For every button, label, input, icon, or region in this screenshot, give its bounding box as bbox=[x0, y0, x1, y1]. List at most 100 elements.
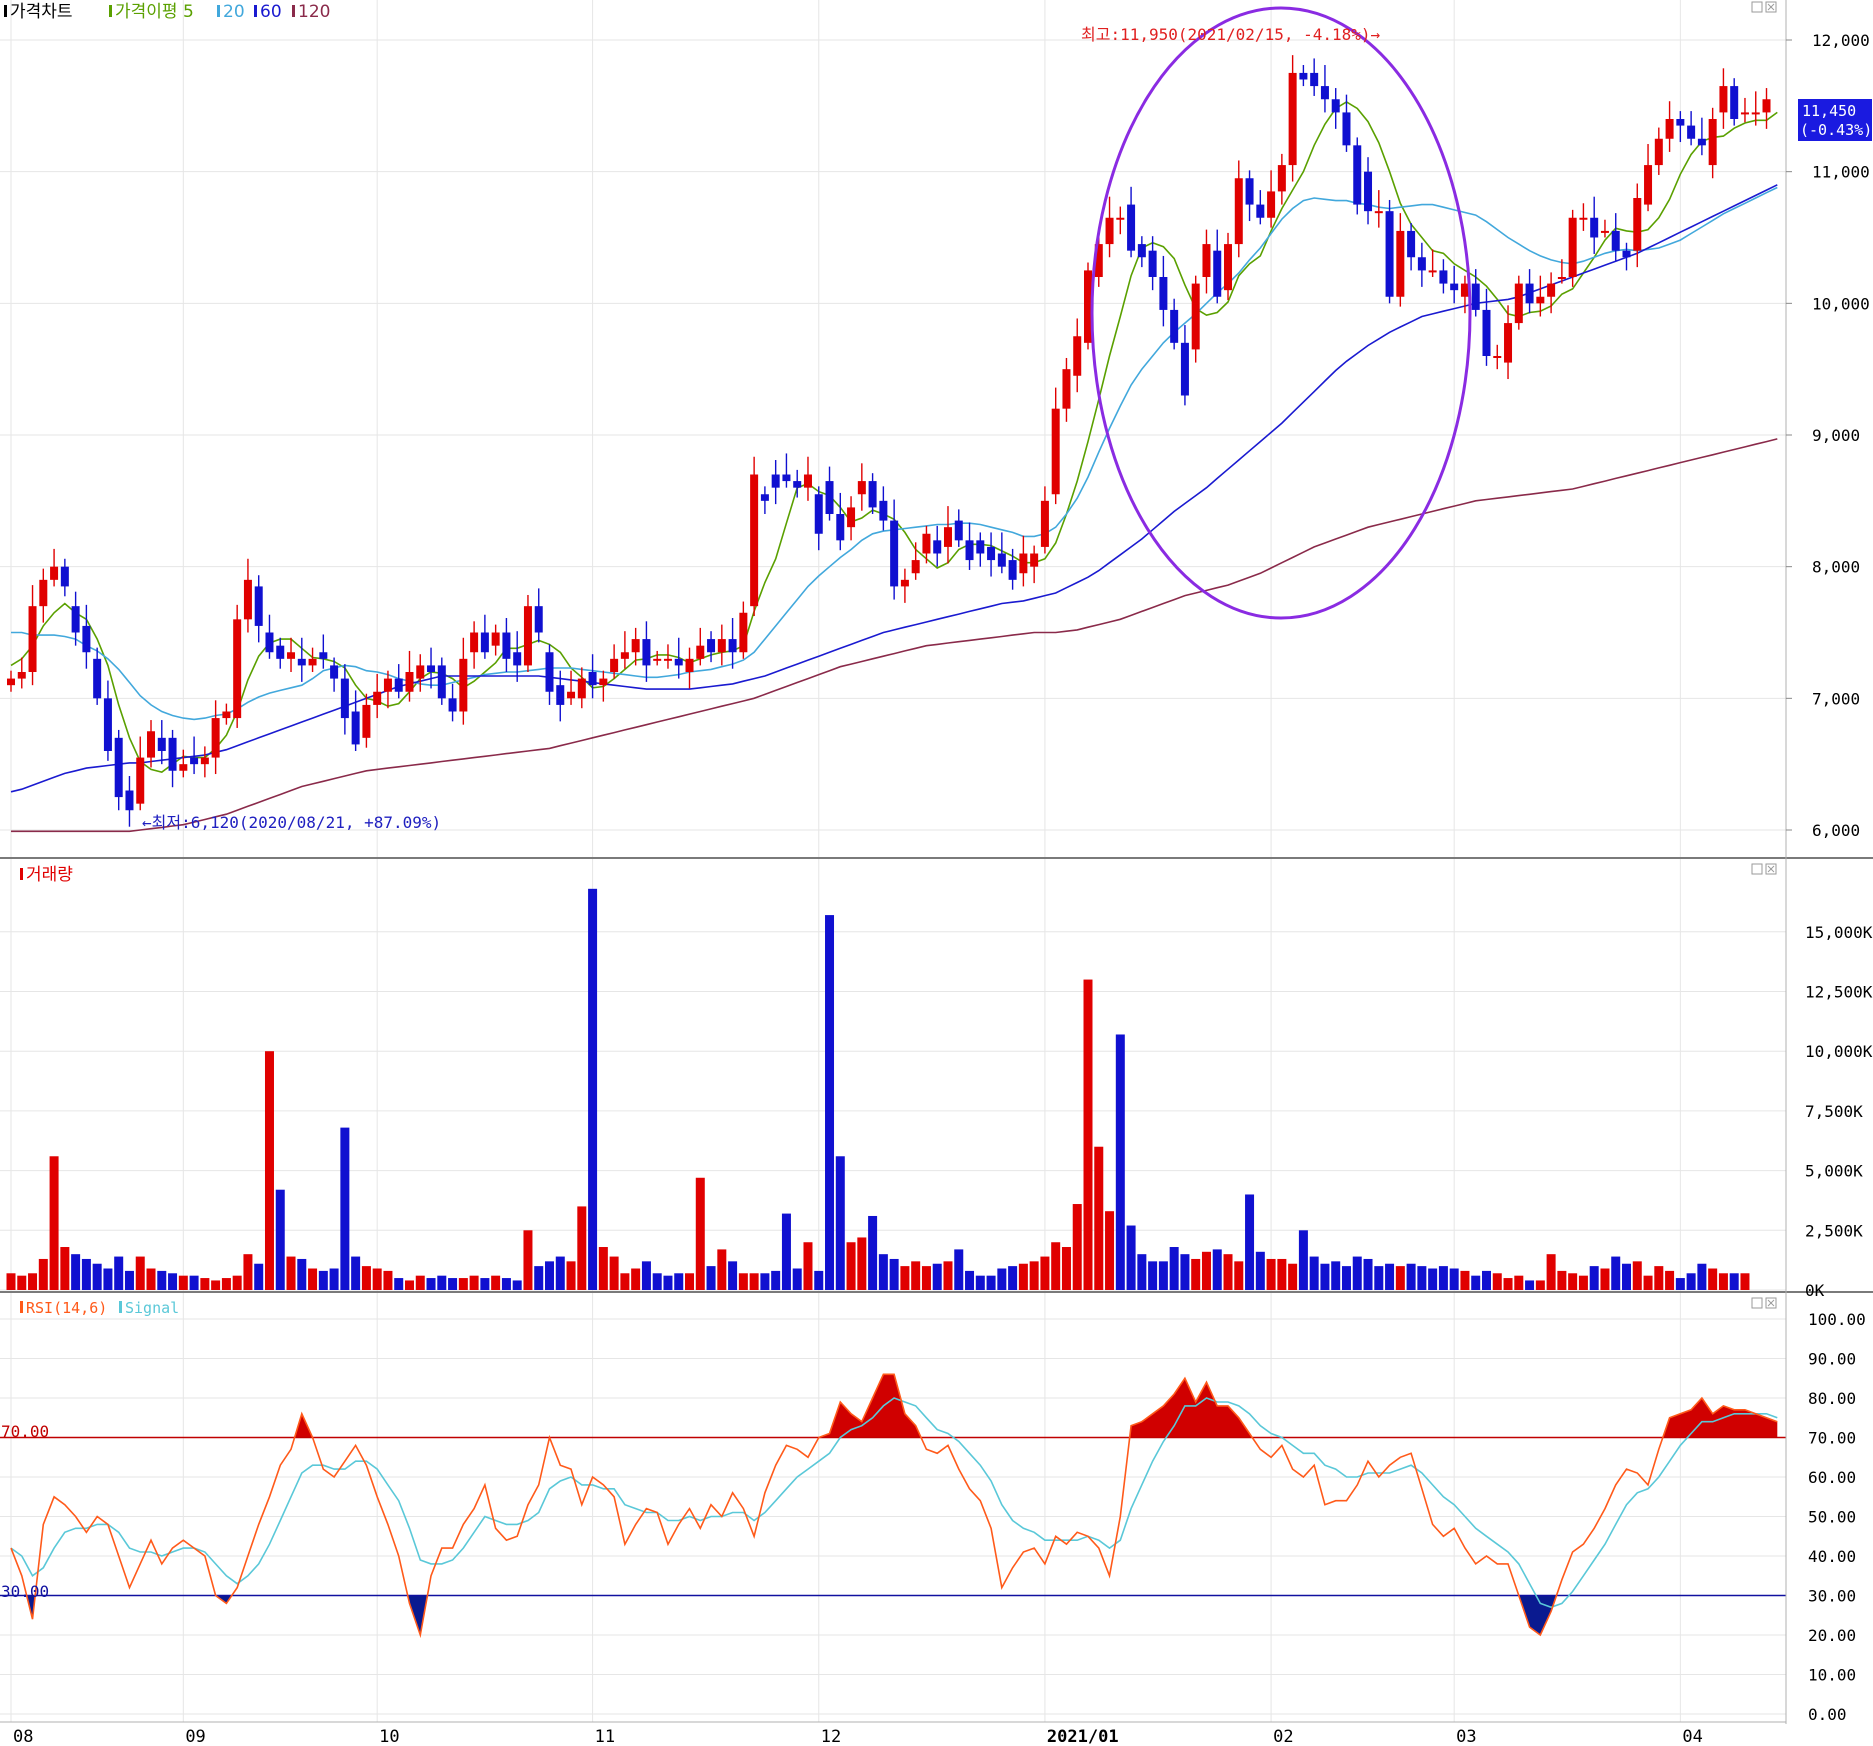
volume-bar bbox=[501, 1278, 511, 1290]
volume-bar bbox=[534, 1266, 544, 1290]
candle-body bbox=[1127, 204, 1136, 251]
volume-bar bbox=[168, 1273, 178, 1290]
candle-body bbox=[663, 658, 672, 661]
candle-body bbox=[383, 678, 392, 692]
candle-body bbox=[653, 658, 662, 661]
volume-tick-label: 10,000K bbox=[1805, 1042, 1873, 1061]
candle-body bbox=[1137, 244, 1146, 258]
volume-bar bbox=[383, 1270, 393, 1290]
volume-bar bbox=[1622, 1263, 1631, 1290]
volume-bar bbox=[1245, 1194, 1255, 1290]
candle-body bbox=[803, 474, 812, 488]
volume-bar bbox=[1341, 1266, 1351, 1290]
volume-bar bbox=[1535, 1280, 1545, 1290]
legend-ma120: 120 bbox=[298, 2, 330, 22]
volume-bar bbox=[308, 1268, 318, 1290]
candle-body bbox=[696, 645, 705, 659]
candle-body bbox=[1342, 112, 1351, 146]
candle-body bbox=[987, 546, 996, 561]
volume-bar bbox=[157, 1270, 167, 1290]
volume-bar bbox=[1309, 1256, 1319, 1290]
legend-ma20: 20 bbox=[223, 2, 245, 22]
candle-body bbox=[168, 737, 177, 771]
candle-body bbox=[954, 520, 963, 541]
volume-bar bbox=[1072, 1204, 1082, 1290]
price-tick-label: 10,000 bbox=[1812, 294, 1870, 313]
candle-body bbox=[890, 520, 899, 587]
minimize-icon[interactable] bbox=[1751, 1, 1763, 13]
volume-bar bbox=[1665, 1270, 1675, 1290]
candle-body bbox=[1191, 283, 1200, 350]
volume-bar bbox=[49, 1156, 59, 1290]
price-tick-label: 9,000 bbox=[1812, 426, 1860, 445]
volume-bar bbox=[1428, 1268, 1438, 1290]
x-tick-label: 2021/01 bbox=[1047, 1727, 1119, 1746]
candle-body bbox=[642, 639, 651, 666]
volume-bar bbox=[1557, 1270, 1567, 1290]
volume-bar bbox=[114, 1256, 124, 1290]
candle-body bbox=[1374, 211, 1383, 214]
candle-body bbox=[1633, 198, 1642, 251]
volume-bar bbox=[1514, 1275, 1524, 1290]
volume-bar bbox=[1708, 1268, 1718, 1290]
candle-body bbox=[1073, 336, 1082, 376]
volume-bar bbox=[1234, 1261, 1244, 1290]
volume-bar bbox=[857, 1237, 867, 1290]
volume-tick-label: 12,500K bbox=[1805, 983, 1873, 1002]
minimize-icon[interactable] bbox=[1751, 863, 1763, 875]
candle-body bbox=[1396, 230, 1405, 297]
volume-bar bbox=[997, 1268, 1007, 1290]
current-price-value: 11,450 bbox=[1802, 102, 1856, 120]
candle-body bbox=[685, 658, 694, 672]
candle-body bbox=[200, 757, 209, 765]
x-tick-label: 04 bbox=[1682, 1727, 1702, 1746]
rsi-tick-label: 50.00 bbox=[1808, 1508, 1856, 1527]
candle-body bbox=[60, 566, 69, 587]
candle-body bbox=[373, 691, 382, 705]
volume-bar bbox=[771, 1270, 781, 1290]
volume-bar bbox=[954, 1249, 964, 1290]
volume-bar bbox=[1481, 1270, 1491, 1290]
volume-bar bbox=[1589, 1266, 1599, 1290]
candle-body bbox=[297, 658, 306, 666]
candle-body bbox=[1719, 86, 1728, 113]
candle-body bbox=[480, 632, 489, 653]
volume-bar bbox=[1158, 1261, 1168, 1290]
minimize-icon[interactable] bbox=[1751, 1297, 1763, 1309]
volume-bar bbox=[254, 1263, 264, 1290]
candle-body bbox=[1224, 244, 1233, 291]
legend-signal: Signal bbox=[125, 1299, 179, 1317]
candle-body bbox=[1654, 138, 1663, 166]
volume-tick-label: 5,000K bbox=[1805, 1162, 1863, 1181]
x-tick-label: 10 bbox=[379, 1727, 399, 1746]
volume-bar bbox=[1061, 1247, 1071, 1290]
volume-bar bbox=[1105, 1211, 1115, 1290]
volume-bar bbox=[803, 1242, 813, 1290]
volume-bar bbox=[211, 1280, 221, 1290]
legend-rsi: RSI(14,6) bbox=[26, 1299, 107, 1317]
candle-body bbox=[17, 672, 26, 679]
volume-bar bbox=[965, 1270, 975, 1290]
price-tick-label: 11,000 bbox=[1812, 163, 1870, 182]
candle-body bbox=[1019, 553, 1028, 574]
rsi-tick-label: 20.00 bbox=[1808, 1626, 1856, 1645]
candle-body bbox=[1180, 342, 1189, 396]
volume-bar bbox=[1115, 1034, 1125, 1290]
candle-body bbox=[1310, 72, 1319, 87]
volume-bar bbox=[1363, 1258, 1373, 1290]
rsi-level-high-label: 70.00 bbox=[1, 1422, 49, 1441]
volume-bar bbox=[1201, 1251, 1211, 1290]
candle-body bbox=[416, 665, 425, 679]
candle-body bbox=[1062, 369, 1071, 409]
rsi-tick-label: 70.00 bbox=[1808, 1429, 1856, 1448]
candle-body bbox=[243, 579, 252, 620]
volume-bar bbox=[221, 1278, 231, 1290]
candle-body bbox=[502, 632, 511, 659]
candle-body bbox=[771, 474, 780, 488]
candle-body bbox=[1040, 500, 1049, 547]
candle-body bbox=[836, 514, 845, 541]
volume-bar bbox=[868, 1215, 878, 1290]
candle-body bbox=[1557, 277, 1566, 279]
volume-bar bbox=[1471, 1275, 1481, 1290]
rsi-tick-label: 40.00 bbox=[1808, 1547, 1856, 1566]
